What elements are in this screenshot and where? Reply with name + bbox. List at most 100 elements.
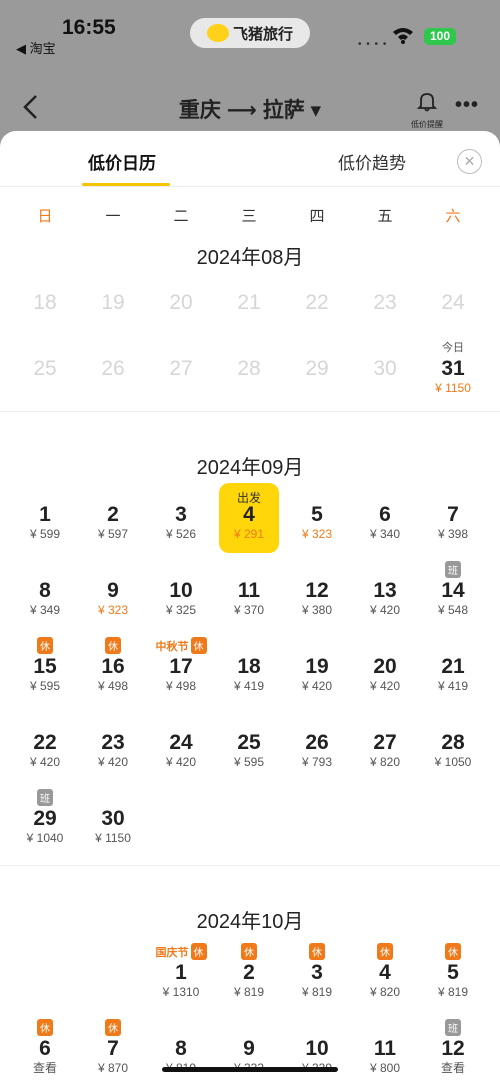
calendar-day-cell: 29 (283, 337, 351, 407)
day-number: 11 (237, 579, 261, 602)
calendar-day-cell[interactable]: 班 14 ¥ 548 (419, 559, 487, 629)
month-title-sep: 2024年09月 (196, 457, 304, 479)
calendar-day-cell[interactable]: 26 ¥ 793 (283, 711, 351, 781)
calendar-day-cell[interactable]: 休 5 ¥ 819 (419, 941, 487, 1011)
month-title-aug: 2024年08月 (196, 247, 304, 269)
calendar-day-cell[interactable]: 休 6 查看 (11, 1017, 79, 1083)
calendar-day-cell[interactable]: 11 ¥ 800 (351, 1017, 419, 1083)
calendar-day-cell[interactable]: 27 ¥ 820 (351, 711, 419, 781)
day-number: 26 (305, 731, 329, 754)
day-annotation: 休 (11, 637, 79, 654)
calendar-day-cell[interactable]: 13 ¥ 420 (351, 559, 419, 629)
calendar-day-cell[interactable]: 7 ¥ 398 (419, 483, 487, 553)
calendar-day-cell[interactable]: 5 ¥ 323 (283, 483, 351, 553)
more-menu-icon[interactable]: ••• (455, 94, 479, 117)
calendar-day-cell[interactable]: 中秋节休 17 ¥ 498 (147, 635, 215, 705)
day-number: 18 (237, 655, 261, 678)
day-number: 13 (373, 579, 397, 602)
calendar-day-cell[interactable]: 8 ¥ 349 (11, 559, 79, 629)
day-price: 查看 (32, 1061, 57, 1075)
day-price: ¥ 800 (369, 1061, 401, 1075)
day-annotation: 班 (11, 789, 79, 806)
day-price: ¥ 419 (437, 679, 469, 693)
day-number: 12 (441, 1037, 465, 1060)
calendar-day-cell[interactable]: 3 ¥ 526 (147, 483, 215, 553)
cellular-signal-icon: • • • • (358, 39, 388, 50)
price-alert-button[interactable]: 低价提醒 (410, 90, 444, 130)
calendar-day-cell[interactable]: 24 ¥ 420 (147, 711, 215, 781)
calendar-day-cell[interactable]: 8¥ 819 (147, 1017, 215, 1083)
day-number: 31 (441, 357, 465, 380)
month-title-oct: 2024年10月 (196, 911, 304, 933)
calendar-day-cell[interactable]: 20 ¥ 420 (351, 635, 419, 705)
calendar-day-cell[interactable]: 出发 4 ¥ 291 (219, 483, 279, 553)
calendar-day-cell[interactable]: 19 ¥ 420 (283, 635, 351, 705)
tab-low-price-trend[interactable]: 低价趋势 (338, 149, 406, 174)
day-number: 5 (311, 503, 323, 526)
day-number: 9 (107, 579, 119, 602)
clock: 16:55 (62, 16, 116, 39)
day-price: ¥ 349 (29, 603, 61, 617)
day-number: 19 (305, 655, 329, 678)
day-price: ¥ 1050 (434, 755, 472, 769)
calendar-day-cell[interactable]: 休 16 ¥ 498 (79, 635, 147, 705)
calendar-day-cell: 30 (351, 337, 419, 407)
calendar-day-cell[interactable]: 9¥ 333 (215, 1017, 283, 1083)
calendar-day-cell[interactable]: 22 ¥ 420 (11, 711, 79, 781)
day-price: ¥ 323 (97, 603, 129, 617)
calendar-day-cell[interactable]: 18 ¥ 419 (215, 635, 283, 705)
wifi-icon (393, 28, 413, 44)
calendar-day-cell[interactable]: 30 ¥ 1150 (79, 787, 147, 857)
back-to-app-link[interactable]: ◀ 淘宝 (16, 38, 56, 57)
calendar-day-cell[interactable]: 6 ¥ 340 (351, 483, 419, 553)
calendar-day-cell[interactable]: 1 ¥ 599 (11, 483, 79, 553)
day-number: 2 (243, 961, 255, 984)
tab-low-price-calendar[interactable]: 低价日历 (88, 149, 156, 174)
day-number: 6 (379, 503, 391, 526)
day-number: 4 (379, 961, 391, 984)
calendar-day-cell[interactable]: 班 29 ¥ 1040 (11, 787, 79, 857)
day-price: ¥ 820 (369, 755, 401, 769)
calendar-day-cell[interactable]: 25 ¥ 595 (215, 711, 283, 781)
calendar-day-cell[interactable]: 今日 31 ¥ 1150 (419, 337, 487, 407)
calendar-day-cell[interactable]: 国庆节休 1 ¥ 1310 (147, 941, 215, 1011)
day-number: 3 (311, 961, 323, 984)
calendar-day-cell[interactable]: 休 3 ¥ 819 (283, 941, 351, 1011)
holiday-badge: 休 (190, 943, 207, 960)
day-annotation: 中秋节休 (147, 637, 215, 654)
calendar-day-cell[interactable]: 休 2 ¥ 819 (215, 941, 283, 1011)
day-annotation: 休 (79, 1019, 147, 1036)
calendar-day-cell[interactable]: 2 ¥ 597 (79, 483, 147, 553)
calendar-day-cell[interactable]: 21 ¥ 419 (419, 635, 487, 705)
holiday-badge: 休 (377, 943, 393, 960)
day-price: ¥ 1040 (26, 831, 64, 845)
day-price: ¥ 498 (97, 679, 129, 693)
calendar-day-cell[interactable]: 班 12 查看 (419, 1017, 487, 1083)
calendar-day-cell[interactable]: 休 7 ¥ 870 (79, 1017, 147, 1083)
calendar-day-cell[interactable]: 10¥ 339 (283, 1017, 351, 1083)
day-number: 7 (107, 1037, 119, 1060)
bell-icon (416, 93, 438, 112)
calendar-day-cell[interactable]: 11 ¥ 370 (215, 559, 283, 629)
day-price: ¥ 498 (165, 679, 197, 693)
day-number: 25 (33, 357, 57, 380)
calendar-day-cell[interactable]: 23 ¥ 420 (79, 711, 147, 781)
calendar-day-cell: 18 (11, 271, 79, 341)
day-number: 19 (101, 291, 125, 314)
day-price: ¥ 595 (29, 679, 61, 693)
calendar-day-cell[interactable]: 休 4 ¥ 820 (351, 941, 419, 1011)
day-number: 8 (175, 1037, 187, 1060)
weekday-mon: 一 (105, 208, 121, 225)
day-number: 16 (101, 655, 125, 678)
calendar-day-cell[interactable]: 28 ¥ 1050 (419, 711, 487, 781)
weekday-fri: 五 (377, 208, 393, 225)
holiday-badge: 休 (190, 637, 207, 654)
calendar-day-cell[interactable]: 9 ¥ 323 (79, 559, 147, 629)
calendar-day-cell[interactable]: 休 15 ¥ 595 (11, 635, 79, 705)
calendar-day-cell: 28 (215, 337, 283, 407)
price-alert-label: 低价提醒 (411, 120, 443, 129)
close-icon[interactable]: ✕ (457, 149, 482, 174)
calendar-day-cell[interactable]: 12 ¥ 380 (283, 559, 351, 629)
calendar-day-cell[interactable]: 10 ¥ 325 (147, 559, 215, 629)
holiday-badge: 休 (37, 637, 53, 654)
